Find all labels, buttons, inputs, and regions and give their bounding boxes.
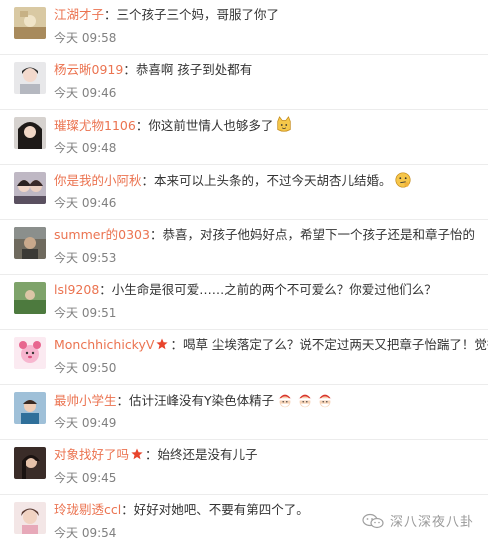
avatar[interactable] xyxy=(14,447,46,479)
comment-text: 估计汪峰没有Y染色体精子 xyxy=(129,393,275,408)
comment-username[interactable]: 璀璨尤物1106 xyxy=(54,118,136,133)
comment-username[interactable]: summer的0303 xyxy=(54,227,150,242)
thinking-emoji-icon xyxy=(394,172,411,188)
comment-item: 杨云晰0919：恭喜啊 孩子到处都有 今天 09:46 xyxy=(0,55,488,110)
comment-item: 江湖才子：三个孩子三个妈，哥服了你了 今天 09:58 xyxy=(0,0,488,55)
comment-text: 恭喜，对孩子他妈好点，希望下一个孩子还是和章子怡的 xyxy=(162,227,475,242)
comment-text: 三个孩子三个妈，哥服了你了 xyxy=(116,7,280,22)
comment-item: 你是我的小阿秋：本来可以上头条的，不过今天胡杏儿结婚。 今天 09:46 xyxy=(0,165,488,220)
comment-time: 今天 09:58 xyxy=(54,31,117,45)
avatar[interactable] xyxy=(14,392,46,424)
comment-time: 今天 09:51 xyxy=(54,306,117,320)
comment-text: 你这前世情人也够多了 xyxy=(148,118,274,133)
comment-username[interactable]: 最帅小学生 xyxy=(54,393,117,408)
comment-username[interactable]: 江湖才子 xyxy=(54,7,104,22)
comment-item: lsl9208：小生命是很可爱……之前的两个不可爱么？你爱过他们么？ 今天 09… xyxy=(0,275,488,330)
cat-emoji-icon xyxy=(277,116,292,132)
comment-time: 今天 09:46 xyxy=(54,86,117,100)
comment-item: 璀璨尤物1106：你这前世情人也够多了 今天 09:48 xyxy=(0,110,488,165)
comment-time: 今天 09:54 xyxy=(54,526,117,540)
comment-time: 今天 09:45 xyxy=(54,471,117,485)
avatar[interactable] xyxy=(14,172,46,204)
watermark-text: 深八深夜八卦 xyxy=(389,515,474,530)
comment-username[interactable]: 你是我的小阿秋 xyxy=(54,173,142,188)
comment-text: 恭喜啊 孩子到处都有 xyxy=(135,62,253,77)
avatar[interactable] xyxy=(14,117,46,149)
comment-item: summer的0303：恭喜，对孩子他妈好点，希望下一个孩子还是和章子怡的 今天… xyxy=(0,220,488,275)
comment-username[interactable]: 对象找好了吗 xyxy=(54,447,129,462)
comment-time: 今天 09:50 xyxy=(54,361,117,375)
comment-username[interactable]: lsl9208 xyxy=(54,282,99,297)
comment-time: 今天 09:46 xyxy=(54,196,117,210)
comment-text: 始终还是没有儿子 xyxy=(157,447,258,462)
comment-text: 喝草 尘埃落定了么？说不定过两天又把章子怡踹了！觉得对 xyxy=(182,337,488,352)
santa-emoji-icon xyxy=(298,394,312,408)
santa-emoji-icon xyxy=(318,394,332,408)
comment-list: 江湖才子：三个孩子三个妈，哥服了你了 今天 09:58 杨云晰0919：恭喜啊 … xyxy=(0,0,488,542)
comment-username[interactable]: 玲珑剔透ccl xyxy=(54,502,121,517)
comment-item: 对象找好了吗 ：始终还是没有儿子 今天 09:45 xyxy=(0,440,488,495)
avatar[interactable] xyxy=(14,62,46,94)
comment-item: MonchhichickyV ：喝草 尘埃落定了么？说不定过两天又把章子怡踹了！觉… xyxy=(0,330,488,385)
comment-text: 小生命是很可爱……之前的两个不可爱么？你爱过他们么？ xyxy=(111,282,437,297)
watermark: 深八深夜八卦 xyxy=(362,511,474,530)
comment-text: 本来可以上头条的，不过今天胡杏儿结婚。 xyxy=(154,173,392,188)
avatar[interactable] xyxy=(14,227,46,259)
santa-emoji-icon xyxy=(278,394,292,408)
comment-username[interactable]: MonchhichickyV xyxy=(54,337,154,352)
star-badge-icon xyxy=(156,338,169,350)
comment-time: 今天 09:48 xyxy=(54,141,117,155)
wechat-icon xyxy=(362,513,384,528)
avatar[interactable] xyxy=(14,502,46,534)
star-badge-icon xyxy=(131,448,143,460)
avatar[interactable] xyxy=(14,7,46,39)
avatar[interactable] xyxy=(14,282,46,314)
comment-time: 今天 09:49 xyxy=(54,416,117,430)
comment-time: 今天 09:53 xyxy=(54,251,117,265)
comment-item: 最帅小学生：估计汪峰没有Y染色体精子 今天 09:49 xyxy=(0,385,488,440)
avatar[interactable] xyxy=(14,337,46,369)
comment-username[interactable]: 杨云晰0919 xyxy=(54,62,123,77)
comment-text: 好好对她吧、不要有第四个了。 xyxy=(133,502,309,517)
